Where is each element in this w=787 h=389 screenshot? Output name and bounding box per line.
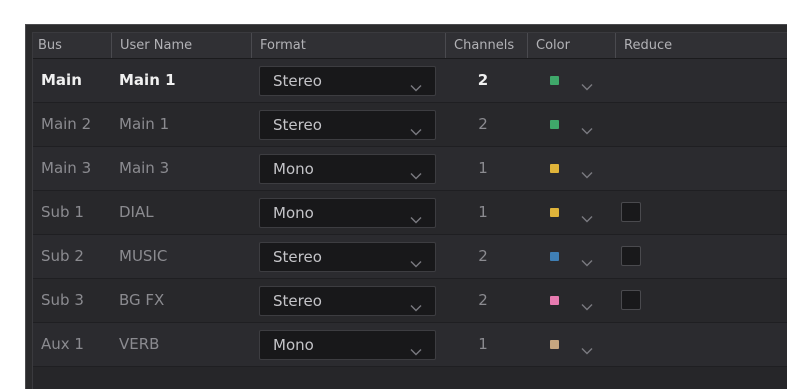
header-channels[interactable]: Channels [445, 33, 527, 58]
header-bus[interactable]: Bus [33, 33, 111, 58]
user-name-field[interactable]: Main 1 [119, 103, 169, 146]
format-value: Stereo [273, 292, 322, 310]
table-header: Bus User Name Format Channels Color Redu… [33, 33, 787, 59]
chevron-down-icon[interactable] [581, 340, 593, 355]
bus-table: Bus User Name Format Channels Color Redu… [32, 32, 787, 389]
chevron-down-icon[interactable] [581, 120, 593, 135]
channels-value: 2 [478, 247, 488, 265]
chevron-down-icon [410, 209, 422, 224]
bus-name: Main [41, 71, 82, 89]
bus-name: Sub 1 [41, 203, 84, 221]
chevron-down-icon[interactable] [581, 164, 593, 179]
user-name-field[interactable]: DIAL [119, 191, 154, 234]
bus-name: Sub 3 [41, 291, 84, 309]
bus-name: Sub 2 [41, 247, 84, 265]
table-row[interactable]: Sub 1 DIAL Mono 1 [33, 191, 787, 235]
channels-value: 1 [478, 335, 488, 353]
chevron-down-icon [410, 121, 422, 136]
table-row[interactable]: Main 2 Main 1 Stereo 2 [33, 103, 787, 147]
format-value: Mono [273, 160, 314, 178]
bus-name: Main 2 [41, 115, 92, 133]
table-row[interactable]: Main 3 Main 3 Mono 1 [33, 147, 787, 191]
format-value: Mono [273, 204, 314, 222]
table-row[interactable]: Sub 3 BG FX Stereo 2 [33, 279, 787, 323]
user-name-field[interactable]: MUSIC [119, 235, 167, 278]
user-name-field[interactable]: Main 1 [119, 59, 176, 102]
reduce-checkbox[interactable] [621, 246, 641, 266]
header-user-name[interactable]: User Name [111, 33, 251, 58]
chevron-down-icon [410, 253, 422, 268]
user-name-field[interactable]: Main 3 [119, 147, 169, 190]
table-body: Main Main 1 Stereo 2 Main 2 Main 1 Stereo 2 Main… [33, 59, 787, 367]
chevron-down-icon [410, 297, 422, 312]
table-row[interactable]: Main Main 1 Stereo 2 [33, 59, 787, 103]
color-swatch[interactable] [550, 164, 559, 173]
user-name-field[interactable]: BG FX [119, 279, 164, 322]
color-swatch[interactable] [550, 252, 559, 261]
chevron-down-icon[interactable] [581, 252, 593, 267]
format-dropdown[interactable]: Mono [259, 198, 436, 228]
format-dropdown[interactable]: Mono [259, 330, 436, 360]
chevron-down-icon [410, 341, 422, 356]
user-name-field[interactable]: VERB [119, 323, 159, 366]
reduce-checkbox[interactable] [621, 202, 641, 222]
header-format[interactable]: Format [251, 33, 445, 58]
color-swatch[interactable] [550, 76, 559, 85]
color-swatch[interactable] [550, 296, 559, 305]
channels-value: 1 [478, 203, 488, 221]
bus-format-panel: Bus User Name Format Channels Color Redu… [25, 24, 787, 389]
header-reduce[interactable]: Reduce [615, 33, 787, 58]
table-row[interactable]: Aux 1 VERB Mono 1 [33, 323, 787, 367]
format-value: Stereo [273, 248, 322, 266]
chevron-down-icon[interactable] [581, 296, 593, 311]
format-value: Mono [273, 336, 314, 354]
header-color[interactable]: Color [527, 33, 615, 58]
channels-value: 2 [478, 115, 488, 133]
bus-name: Aux 1 [41, 335, 84, 353]
channels-value: 2 [477, 71, 489, 89]
color-swatch[interactable] [550, 208, 559, 217]
reduce-checkbox[interactable] [621, 290, 641, 310]
chevron-down-icon [410, 165, 422, 180]
channels-value: 1 [478, 159, 488, 177]
format-dropdown[interactable]: Stereo [259, 110, 436, 140]
color-swatch[interactable] [550, 340, 559, 349]
format-dropdown[interactable]: Mono [259, 154, 436, 184]
table-row[interactable]: Sub 2 MUSIC Stereo 2 [33, 235, 787, 279]
format-dropdown[interactable]: Stereo [259, 66, 436, 96]
channels-value: 2 [478, 291, 488, 309]
format-dropdown[interactable]: Stereo [259, 242, 436, 272]
format-value: Stereo [273, 116, 322, 134]
chevron-down-icon[interactable] [581, 208, 593, 223]
color-swatch[interactable] [550, 120, 559, 129]
bus-name: Main 3 [41, 159, 92, 177]
format-dropdown[interactable]: Stereo [259, 286, 436, 316]
format-value: Stereo [273, 72, 322, 90]
chevron-down-icon [410, 77, 422, 92]
chevron-down-icon[interactable] [581, 76, 593, 91]
